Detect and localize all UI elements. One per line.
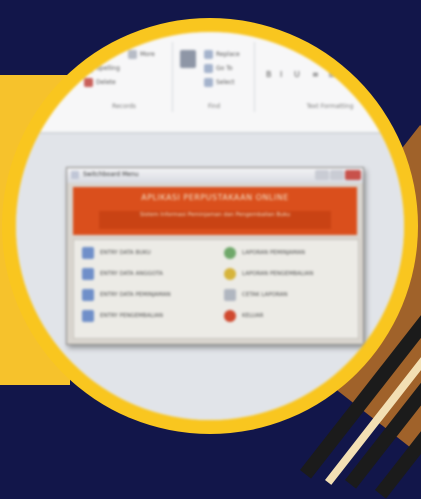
member-icon [82,268,94,280]
exit-icon [224,310,236,322]
binoculars-icon[interactable] [180,50,196,68]
ribbon-group-label: Records [112,103,136,110]
magnified-screenshot: Totals Spelling Delete More Records Repl… [16,32,404,420]
print-icon [224,289,236,301]
book-icon [82,247,94,259]
ribbon-group-text-formatting: B I U ≡ ≣ Text Formatting [256,42,404,112]
more-icon[interactable] [128,50,137,59]
underline-button[interactable]: U [294,70,300,79]
menu-item-label: ENTRY DATA ANGGOTA [100,271,163,277]
ribbon-item[interactable]: Select [216,79,235,86]
header-banner: APLIKASI PERPUSTAKAAN ONLINE Sistem Info… [73,187,357,235]
list-button[interactable]: ≣ [328,70,335,79]
menu-item-cetak-laporan[interactable]: CETAK LAPORAN [224,288,287,302]
ribbon-item[interactable]: Delete [96,79,116,86]
close-icon[interactable] [345,170,361,180]
switchboard-dialog: Switchboard Menu APLIKASI PERPUSTAKAAN O… [66,167,364,345]
loan-icon [82,289,94,301]
form-icon [71,171,79,179]
menu-item-label: LAPORAN PENGEMBALIAN [242,271,314,277]
menu-item-entry-buku[interactable]: ENTRY DATA BUKU [82,246,151,260]
menu-item-label: ENTRY DATA PEMINJAMAN [100,292,171,298]
ribbon-group-records: Totals Spelling Delete More Records [76,42,173,112]
menu-item-entry-anggota[interactable]: ENTRY DATA ANGGOTA [82,267,163,281]
italic-button[interactable]: I [280,70,282,79]
goto-icon[interactable] [204,64,213,73]
totals-icon[interactable] [84,50,93,59]
menu-item-label: ENTRY DATA BUKU [100,250,151,256]
menu-item-keluar[interactable]: KELUAR [224,309,263,323]
menu-item-label: ENTRY PENGEMBALIAN [100,313,164,319]
ribbon-group-find: Replace Go To Select Find [174,42,255,112]
banner-title: APLIKASI PERPUSTAKAAN ONLINE [141,193,289,202]
dialog-titlebar[interactable]: Switchboard Menu [67,168,363,183]
menu-item-laporan-peminjaman[interactable]: LAPORAN PEMINJAMAN [224,246,305,260]
menu-item-laporan-pengembalian[interactable]: LAPORAN PENGEMBALIAN [224,267,313,281]
menu-item-label: LAPORAN PEMINJAMAN [242,250,306,256]
menu-panel: ENTRY DATA BUKU ENTRY DATA ANGGOTA ENTRY… [73,239,359,339]
delete-icon[interactable] [84,78,93,87]
ribbon-item[interactable]: Go To [216,65,233,72]
banner-subtitle: Sistem Informasi Peminjaman dan Pengemba… [99,211,331,229]
menu-item-entry-peminjaman[interactable]: ENTRY DATA PEMINJAMAN [82,288,171,302]
spelling-icon[interactable] [84,64,93,73]
maximize-icon[interactable] [330,170,344,180]
report-icon [224,247,236,259]
ribbon-toolbar: Totals Spelling Delete More Records Repl… [16,32,404,134]
menu-item-label: KELUAR [242,313,264,319]
replace-icon[interactable] [204,50,213,59]
align-button[interactable]: ≡ [312,70,319,79]
menu-item-entry-pengembalian[interactable]: ENTRY PENGEMBALIAN [82,309,163,323]
ribbon-group-label: Text Formatting [306,103,354,110]
dialog-title: Switchboard Menu [83,171,139,178]
ribbon-group-label: Find [207,103,221,110]
minimize-icon[interactable] [315,170,329,180]
ribbon-item[interactable]: Replace [216,51,240,58]
return-icon [82,310,94,322]
ribbon-item[interactable]: Totals [96,51,113,58]
select-icon[interactable] [204,78,213,87]
menu-item-label: CETAK LAPORAN [242,292,288,298]
ribbon-item[interactable]: More [140,51,155,58]
bold-button[interactable]: B [266,70,272,79]
ribbon-item[interactable]: Spelling [96,65,120,72]
report-icon [224,268,236,280]
